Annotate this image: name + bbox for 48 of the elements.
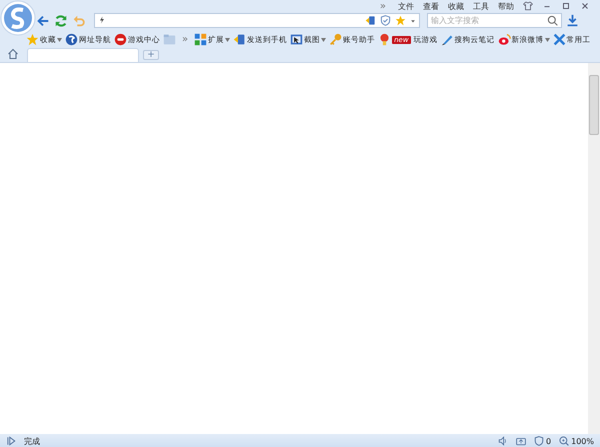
undo-icon [72, 14, 86, 28]
download-icon [566, 14, 579, 27]
caret-icon[interactable] [321, 38, 326, 42]
game-icon [114, 33, 127, 46]
shirt-icon [523, 1, 533, 11]
pen-icon [440, 33, 454, 46]
blocked-count: 0 [546, 436, 552, 446]
browser-logo-icon [0, 0, 36, 36]
shield-icon [534, 436, 544, 446]
speaker-icon [498, 436, 508, 446]
phone-arrow-icon [233, 33, 246, 46]
menu-item[interactable]: 查看 [423, 0, 439, 12]
caret-icon[interactable] [225, 38, 230, 42]
zoom-level[interactable]: 100% [571, 436, 594, 446]
folder-icon [163, 33, 176, 46]
back-icon [36, 14, 50, 28]
key-icon [329, 33, 342, 46]
star-icon [26, 33, 39, 46]
globe-icon [65, 33, 78, 46]
menu-item[interactable]: 帮助 [498, 0, 514, 12]
phone-arrow-icon [365, 15, 376, 26]
refresh-icon [54, 14, 68, 28]
maximize-icon [561, 1, 571, 11]
menu-item[interactable]: 工具 [473, 0, 489, 12]
menu-item[interactable]: 文件 [398, 0, 414, 12]
camera-icon [516, 436, 526, 446]
menu-item[interactable]: 收藏 [448, 0, 464, 12]
close-icon [580, 1, 590, 11]
tools-icon [552, 33, 566, 46]
sidebar-toggle-icon [6, 436, 16, 446]
search-field[interactable]: 输入文字搜索 [427, 13, 562, 28]
caret-icon [410, 18, 416, 24]
scrollbar[interactable] [588, 63, 600, 434]
star-icon [395, 15, 406, 26]
caret-icon[interactable] [544, 38, 550, 42]
shield-check-icon [380, 15, 391, 26]
caret-icon[interactable] [57, 38, 62, 42]
weibo-icon [498, 33, 511, 46]
overflow-chevron[interactable]: » [380, 0, 386, 12]
address-field[interactable] [94, 13, 420, 28]
overflow-chevron[interactable]: » [182, 34, 188, 45]
lightning-icon [98, 16, 106, 24]
status-text: 完成 [24, 436, 40, 446]
screenshot-icon [290, 33, 304, 46]
home-icon [7, 48, 19, 60]
grid-icon [194, 33, 208, 46]
search-icon [547, 15, 558, 26]
zoom-icon [559, 436, 570, 446]
